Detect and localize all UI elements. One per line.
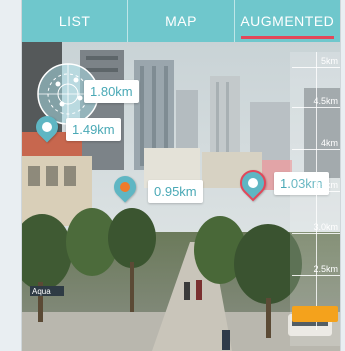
marker-distance-label[interactable]: 1.49km [66,118,121,141]
tab-list[interactable]: LIST [22,0,129,42]
range-tick-label: 5km [292,56,340,68]
range-tick-label: 3.5km [292,180,340,192]
marker-distance-label[interactable]: 0.95km [148,180,203,203]
tab-map-label: MAP [165,13,197,29]
range-tick-label: 2.5km [292,264,340,276]
range-scale-slider[interactable]: 5km 4.5km 4km 3.5km 3.0km 2.5km [290,52,340,346]
range-tick-label: 3.0km [292,222,340,234]
tab-list-label: LIST [58,13,91,29]
scene-sign-text: Aqua [32,287,51,296]
ar-view-screen: LIST MAP AUGMENTED Aqua 1.80km 1.49km 0.… [22,0,340,351]
tab-map[interactable]: MAP [128,0,235,42]
range-slider-handle[interactable] [292,306,338,322]
view-mode-tab-bar: LIST MAP AUGMENTED [22,0,340,42]
marker-distance-label[interactable]: 1.80km [84,80,139,103]
range-tick-label: 4.5km [292,96,340,108]
tab-augmented[interactable]: AUGMENTED [235,0,340,42]
tab-augmented-label: AUGMENTED [240,13,335,29]
range-tick-label: 4km [292,138,340,150]
